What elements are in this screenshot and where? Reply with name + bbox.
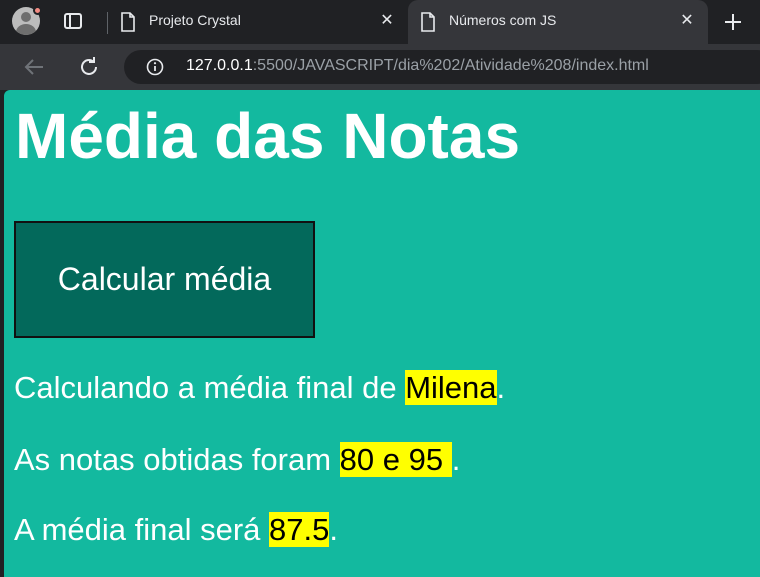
back-button[interactable] [21,54,47,80]
tab-projeto-crystal[interactable]: Projeto Crystal ✕ [108,0,408,44]
new-tab-button[interactable] [720,9,746,35]
url-path: :5500/JAVASCRIPT/dia%202/Atividade%208/i… [252,57,649,74]
line-prefix: Calculando a média final de [14,370,406,405]
plus-icon [725,14,741,30]
tab-actions-icon[interactable] [62,10,84,32]
address-bar[interactable]: 127.0.0.1:5500/JAVASCRIPT/dia%202/Ativid… [124,50,760,84]
calculate-average-button[interactable]: Calcular média [14,221,315,338]
tab-title: Projeto Crystal [149,12,241,28]
reload-icon [81,57,97,75]
notification-dot [33,6,42,15]
page-title: Média das Notas [15,100,521,172]
close-icon[interactable]: ✕ [378,12,396,30]
tab-numeros-com-js[interactable]: Números com JS ✕ [408,0,708,44]
avatar-head-shape [21,12,31,22]
page-icon [120,12,136,32]
avatar-body-shape [16,24,36,35]
page-icon [420,12,436,32]
line-prefix: As notas obtidas foram [14,442,340,477]
arrow-left-icon [24,59,43,75]
line-suffix: . [496,370,506,405]
info-icon[interactable] [146,58,164,76]
grades-value: 80 e 95 [339,442,452,477]
result-line-average: A média final será 87.5. [14,512,338,548]
line-prefix: A média final será [14,512,270,547]
average-value: 87.5 [269,512,330,547]
browser-toolbar: 127.0.0.1:5500/JAVASCRIPT/dia%202/Ativid… [0,44,760,90]
reload-button[interactable] [76,54,102,80]
tab-strip: Projeto Crystal ✕ Números com JS ✕ [0,0,760,44]
student-name: Milena [405,370,497,405]
tab-title: Números com JS [449,12,557,28]
line-suffix: . [451,442,461,477]
close-icon[interactable]: ✕ [678,12,696,30]
result-line-student: Calculando a média final de Milena. [14,370,505,406]
page-content: Média das Notas Calcular média Calculand… [4,90,760,577]
line-suffix: . [329,512,338,547]
url-text[interactable]: 127.0.0.1:5500/JAVASCRIPT/dia%202/Ativid… [186,57,649,75]
url-host: 127.0.0.1 [186,57,253,74]
result-line-grades: As notas obtidas foram 80 e 95 . [14,442,460,478]
